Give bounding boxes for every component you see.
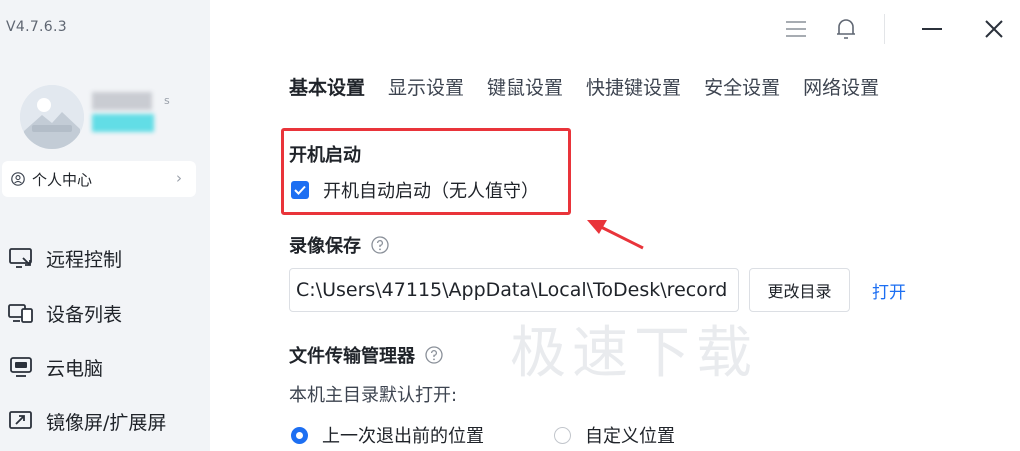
avatar[interactable] bbox=[20, 85, 84, 149]
sidebar-item-remote-control[interactable]: 远程控制 bbox=[8, 241, 122, 275]
sidebar-item-device-list[interactable]: 设备列表 bbox=[8, 296, 122, 330]
tab-shortcut-settings[interactable]: 快捷键设置 bbox=[586, 73, 681, 100]
app-version: V4.7.6.3 bbox=[6, 19, 67, 35]
recording-path-input[interactable] bbox=[289, 268, 739, 312]
sidebar-item-label: 远程控制 bbox=[46, 248, 123, 271]
username-fragment: s bbox=[164, 94, 170, 107]
recording-title-text: 录像保存 bbox=[289, 236, 361, 257]
sidebar-item-cloud-pc[interactable]: 云电脑 bbox=[8, 350, 103, 384]
radio-last-location[interactable]: 上一次退出前的位置 bbox=[291, 422, 484, 448]
minimize-icon bbox=[922, 28, 942, 30]
sidebar-item-label: 云电脑 bbox=[46, 357, 104, 380]
tab-keyboard-mouse-settings[interactable]: 键鼠设置 bbox=[487, 73, 563, 100]
radio-button-unselected[interactable] bbox=[554, 426, 571, 444]
avatar-image-icon bbox=[20, 85, 84, 149]
mirror-screen-icon bbox=[9, 411, 32, 429]
help-icon[interactable] bbox=[371, 236, 389, 254]
chevron-right-icon: › bbox=[176, 169, 182, 187]
minimize-button[interactable] bbox=[918, 14, 946, 44]
sidebar: V4.7.6.3 s 个人中心 › 远程控制 设备列表 云电脑 镜像屏/扩展屏 bbox=[0, 0, 210, 451]
user-center-button[interactable]: 个人中心 › bbox=[2, 161, 196, 197]
device-list-icon bbox=[8, 304, 33, 323]
open-folder-link[interactable]: 打开 bbox=[872, 278, 906, 303]
radio-label: 上一次退出前的位置 bbox=[322, 426, 484, 447]
sidebar-item-label: 镜像屏/扩展屏 bbox=[46, 411, 167, 434]
help-icon[interactable] bbox=[425, 346, 443, 364]
username: s bbox=[92, 92, 172, 136]
file-transfer-title-text: 文件传输管理器 bbox=[289, 346, 415, 367]
sidebar-item-mirror-screen[interactable]: 镜像屏/扩展屏 bbox=[8, 404, 166, 438]
sidebar-item-label: 设备列表 bbox=[46, 303, 123, 326]
recording-section-title: 录像保存 bbox=[289, 232, 389, 258]
hamburger-icon bbox=[786, 21, 806, 37]
controls-divider bbox=[884, 14, 885, 44]
close-icon bbox=[985, 20, 1003, 38]
radio-custom-location[interactable]: 自定义位置 bbox=[554, 422, 675, 448]
radio-label: 自定义位置 bbox=[585, 426, 675, 447]
radio-button-selected[interactable] bbox=[291, 426, 308, 444]
cloud-pc-icon bbox=[10, 357, 32, 377]
change-directory-button[interactable]: 更改目录 bbox=[749, 268, 850, 312]
default-directory-label: 本机主目录默认打开: bbox=[289, 385, 458, 406]
highlight-annotation-box bbox=[281, 128, 571, 215]
watermark: 极速下载 bbox=[510, 321, 758, 386]
file-transfer-section-title: 文件传输管理器 bbox=[289, 342, 443, 368]
bell-icon bbox=[837, 19, 855, 39]
tab-basic-settings[interactable]: 基本设置 bbox=[289, 73, 365, 100]
user-center-label: 个人中心 bbox=[32, 170, 93, 189]
close-button[interactable] bbox=[980, 14, 1008, 44]
tab-network-settings[interactable]: 网络设置 bbox=[803, 73, 879, 100]
remote-control-icon bbox=[9, 248, 32, 268]
tab-display-settings[interactable]: 显示设置 bbox=[388, 73, 464, 100]
menu-button[interactable] bbox=[782, 14, 810, 44]
user-icon bbox=[11, 172, 25, 186]
tab-security-settings[interactable]: 安全设置 bbox=[704, 73, 780, 100]
annotation-arrow-icon bbox=[587, 220, 644, 250]
notification-button[interactable] bbox=[833, 14, 859, 44]
settings-tabs: 基本设置 显示设置 键鼠设置 快捷键设置 安全设置 网络设置 bbox=[289, 73, 902, 100]
